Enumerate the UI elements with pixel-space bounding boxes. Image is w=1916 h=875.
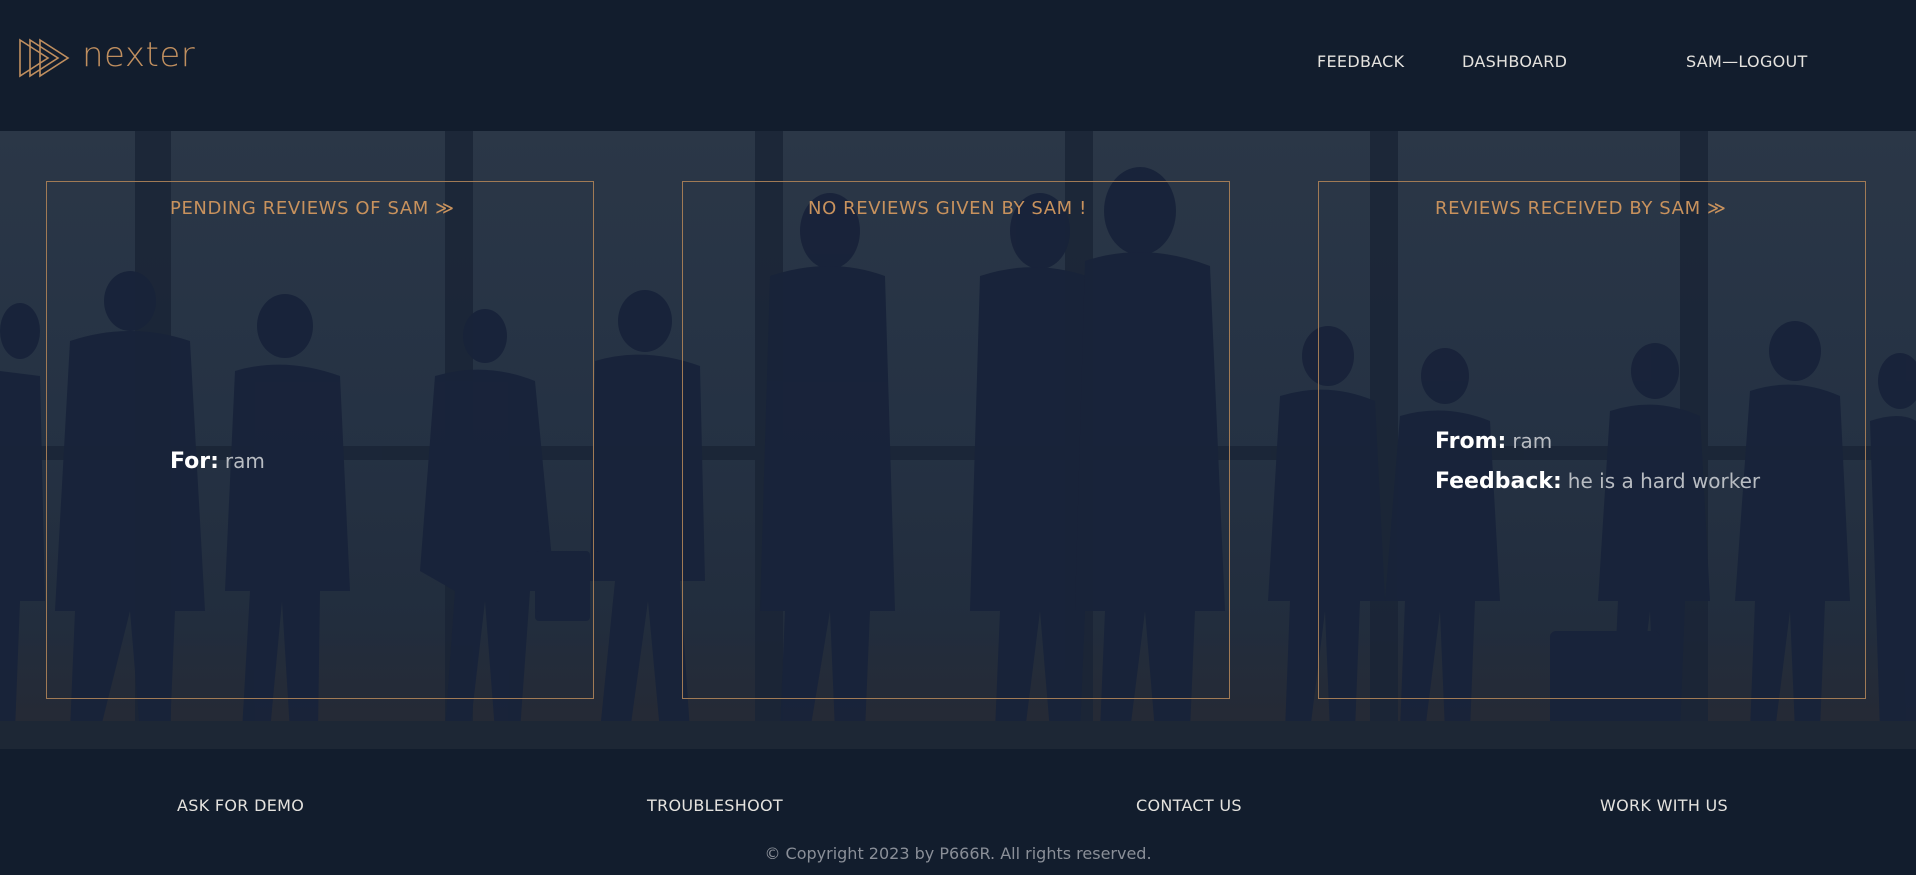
for-label: For: [170, 449, 219, 474]
nav-dashboard-link[interactable]: DASHBOARD [1462, 52, 1567, 71]
pending-review-item[interactable]: For: ram [170, 451, 265, 473]
reviews-received-title[interactable]: REVIEWS RECEIVED BY SAM ≫ [1435, 198, 1726, 219]
for-value: ram [224, 449, 265, 473]
reviews-received-card: REVIEWS RECEIVED BY SAM ≫ From: ram Feedb… [1318, 181, 1866, 699]
footer: ASK FOR DEMO TROUBLESHOOT CONTACT US WOR… [0, 749, 1916, 875]
footer-troubleshoot-link[interactable]: TROUBLESHOOT [647, 796, 783, 815]
reviews-given-title: NO REVIEWS GIVEN BY SAM ! [808, 198, 1087, 219]
copyright-text: © Copyright 2023 by P666R. All rights re… [764, 844, 1152, 863]
from-value: ram [1512, 429, 1553, 453]
from-label: From: [1435, 429, 1507, 454]
footer-work-with-us-link[interactable]: WORK WITH US [1600, 796, 1728, 815]
footer-ask-for-demo-link[interactable]: ASK FOR DEMO [177, 796, 304, 815]
reviews-given-card: NO REVIEWS GIVEN BY SAM ! [682, 181, 1230, 699]
footer-contact-us-link[interactable]: CONTACT US [1136, 796, 1242, 815]
logo-link[interactable]: nexter [18, 36, 195, 80]
received-from-row: From: ram [1435, 431, 1552, 453]
brand-name: nexter [82, 35, 196, 75]
nav-feedback-link[interactable]: FEEDBACK [1317, 52, 1404, 71]
pending-reviews-card: PENDING REVIEWS OF SAM ≫ For: ram [46, 181, 594, 699]
feedback-value: he is a hard worker [1567, 469, 1761, 493]
feedback-label: Feedback: [1435, 469, 1562, 494]
page: nexter FEEDBACK DASHBOARD SAM—LOGOUT PEN… [0, 0, 1916, 875]
header: nexter FEEDBACK DASHBOARD SAM—LOGOUT [0, 0, 1916, 131]
nexter-logo-icon [19, 38, 70, 78]
received-feedback-row: Feedback: he is a hard worker [1435, 471, 1760, 493]
nav-logout-link[interactable]: SAM—LOGOUT [1686, 52, 1808, 71]
pending-reviews-title[interactable]: PENDING REVIEWS OF SAM ≫ [170, 198, 455, 219]
